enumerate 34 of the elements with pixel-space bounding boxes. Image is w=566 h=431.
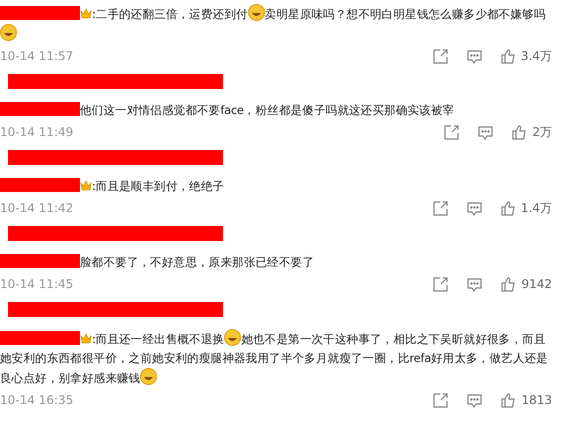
comment-time: 10-14 16:35 — [0, 393, 74, 407]
comment-text: :而且是顺丰到付，绝绝子 — [0, 177, 552, 196]
comment-icon[interactable] — [466, 200, 483, 216]
share-icon[interactable] — [432, 392, 450, 408]
comment-time: 10-14 11:49 — [0, 125, 74, 139]
comment-time: 10-14 11:42 — [0, 201, 74, 215]
comment-time: 10-14 11:45 — [0, 277, 74, 291]
share-icon[interactable] — [432, 48, 449, 64]
comment-text: 脸都不要了，不好意思，原来那张已经不要了 — [0, 253, 552, 272]
comment-icon[interactable] — [466, 392, 484, 408]
thumbs-up-icon[interactable] — [500, 276, 518, 292]
like-count: 9142 — [521, 277, 552, 291]
comment-icon[interactable] — [477, 124, 494, 140]
share-icon[interactable] — [432, 200, 449, 216]
share-icon[interactable] — [443, 124, 460, 140]
thumbs-up-icon[interactable] — [500, 200, 517, 216]
comment-icon[interactable] — [466, 276, 484, 292]
share-icon[interactable] — [432, 276, 450, 292]
comment-text: :而且还一经出售概不退换 她也不是第一次干这种事了，相比之下吴昕就好很多，而且她安利的东西都很平价，之前她安利的瘦腿神器我用了半个多月就瘦了一圈，比refa好用太多，做艺人还是良心点好，别拿好感来赚钱 — [0, 329, 552, 388]
comment-icon[interactable] — [466, 48, 483, 64]
thumbs-up-icon[interactable] — [500, 48, 517, 64]
comment-text: 他们这一对情侣感觉都不要face，粉丝都是傻子吗就这还买那确实该被宰 — [0, 101, 552, 120]
like-count: 1.4万 — [520, 200, 552, 216]
emoji-icon — [248, 4, 265, 21]
thumbs-up-icon[interactable] — [500, 392, 518, 408]
like-count: 3.4万 — [520, 48, 552, 64]
comment-text: :二手的还翻三倍，运费还到付 卖明星原味吗？想不明白明星钱怎么赚多少都不嫌够吗 — [0, 4, 552, 44]
emoji-icon — [224, 329, 242, 346]
thumbs-up-icon[interactable] — [511, 124, 528, 140]
emoji-icon — [140, 368, 158, 385]
like-count: 2万 — [532, 124, 552, 140]
emoji-icon — [0, 24, 17, 41]
like-count: 1813 — [521, 393, 552, 407]
comment-time: 10-14 11:57 — [0, 49, 74, 63]
